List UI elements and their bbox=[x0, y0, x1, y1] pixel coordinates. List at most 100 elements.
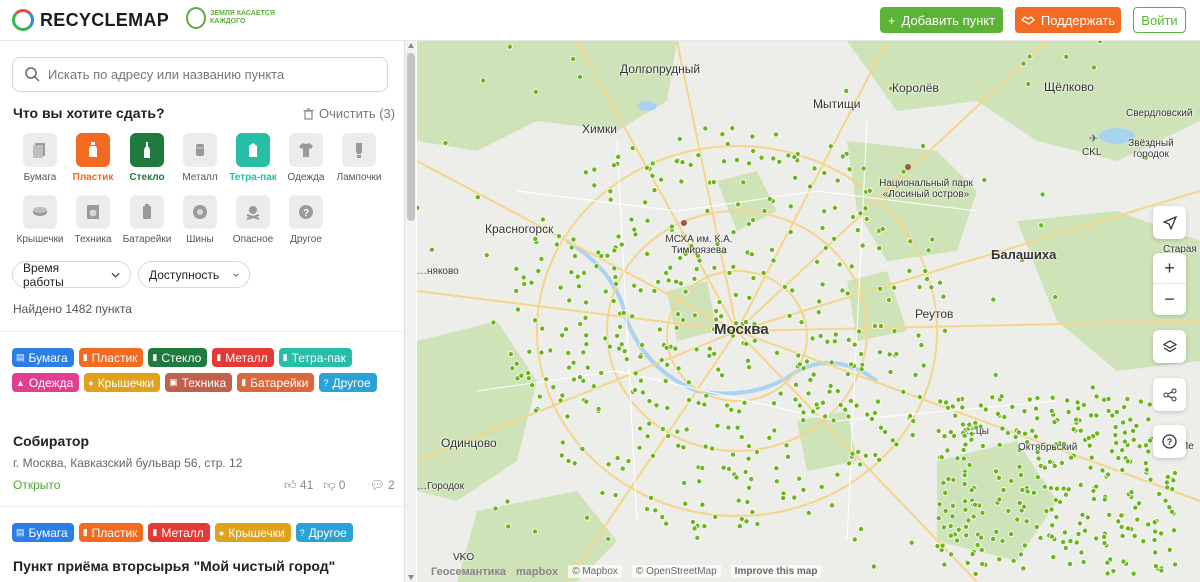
material-tag-label: Другое bbox=[308, 525, 347, 540]
logo[interactable]: RECYCLEMAP bbox=[12, 9, 169, 31]
recycling-point-marker bbox=[836, 261, 843, 268]
support-button[interactable]: Поддержать bbox=[1015, 7, 1121, 33]
category-tetra-pak[interactable]: Тетра-пак bbox=[225, 133, 281, 183]
recycling-point-marker bbox=[844, 371, 851, 378]
category-label: Батарейки bbox=[122, 234, 172, 245]
add-point-button[interactable]: + Добавить пункт bbox=[880, 7, 1003, 33]
search-input[interactable] bbox=[48, 67, 368, 82]
comments[interactable]: 💬︎ 2 bbox=[369, 478, 394, 493]
support-label: Поддержать bbox=[1040, 12, 1116, 28]
work-hours-dropdown[interactable]: Время работы bbox=[12, 261, 131, 289]
likes[interactable]: 👍︎ 41 bbox=[284, 478, 313, 493]
slogan-logo[interactable]: Земля касается каждого bbox=[186, 7, 280, 29]
recycling-point-marker bbox=[1088, 454, 1095, 461]
result-stats: 👍︎ 41 👎︎ 0 💬︎ 2 bbox=[284, 478, 395, 493]
scroll-thumb[interactable] bbox=[407, 53, 415, 221]
help-button[interactable]: ? bbox=[1153, 425, 1186, 458]
recycling-point-marker bbox=[800, 486, 807, 493]
recycling-point-marker bbox=[681, 479, 688, 486]
zoom-out-button[interactable]: − bbox=[1153, 284, 1186, 315]
recycling-point-marker bbox=[1112, 432, 1119, 439]
recycling-point-marker bbox=[1143, 442, 1150, 449]
recycling-point-marker bbox=[619, 465, 626, 472]
recycling-point-marker bbox=[1016, 463, 1023, 470]
sidebar-scrollbar[interactable] bbox=[404, 41, 416, 582]
recycling-point-marker bbox=[1124, 395, 1131, 402]
recycling-point-marker bbox=[612, 274, 619, 281]
category-lamps[interactable]: Лампочки bbox=[331, 133, 387, 183]
category-label: Шины bbox=[186, 234, 214, 245]
mapbox-copyright[interactable]: © Mapbox bbox=[568, 565, 622, 578]
recycling-point-marker bbox=[658, 176, 665, 183]
recycling-point-marker bbox=[1020, 60, 1027, 67]
recycling-point-marker bbox=[886, 351, 893, 358]
category-tires[interactable]: Шины bbox=[172, 195, 228, 245]
recycling-point-marker bbox=[595, 249, 602, 256]
recycling-point-marker bbox=[583, 299, 590, 306]
recycling-point-marker bbox=[1078, 549, 1085, 556]
search-box[interactable] bbox=[12, 57, 388, 92]
category-plastic[interactable]: Пластик bbox=[65, 133, 121, 183]
clear-filters-button[interactable]: Очистить (3) bbox=[303, 106, 395, 121]
share-button[interactable] bbox=[1153, 378, 1186, 411]
recycling-point-marker bbox=[637, 425, 644, 432]
recycling-point-marker bbox=[749, 509, 756, 516]
zoom-in-button[interactable]: + bbox=[1153, 253, 1186, 284]
recycling-point-marker bbox=[738, 434, 745, 441]
recycling-point-marker bbox=[848, 361, 855, 368]
map-canvas[interactable]: ✈︎ ✈︎ bbox=[417, 41, 1200, 582]
material-tag-label: Бумага bbox=[28, 525, 68, 540]
recycling-point-marker bbox=[785, 152, 792, 159]
scroll-down-arrow[interactable] bbox=[408, 575, 414, 580]
thumbs-down-icon: 👎︎ bbox=[323, 478, 336, 492]
category-metal[interactable]: Металл bbox=[172, 133, 228, 183]
recycling-point-marker bbox=[1113, 408, 1120, 415]
recycling-point-marker bbox=[796, 402, 803, 409]
category-caps[interactable]: Крышечки bbox=[12, 195, 68, 245]
result-name[interactable]: Собиратор bbox=[13, 433, 89, 449]
layers-button[interactable] bbox=[1153, 330, 1186, 363]
category-hazardous[interactable]: Опасное bbox=[225, 195, 281, 245]
material-icon: ▮ bbox=[152, 527, 158, 537]
recycling-point-marker bbox=[962, 506, 969, 513]
map[interactable]: ✈︎ ✈︎ Долгопрудный Королёв Щёлково Свердлов… bbox=[417, 41, 1200, 582]
recycling-point-marker bbox=[870, 563, 877, 570]
recycling-point-marker bbox=[743, 340, 750, 347]
geosemantica-logo[interactable]: Геосемантика bbox=[431, 566, 506, 578]
recycling-point-marker bbox=[632, 370, 639, 377]
recycling-point-marker bbox=[777, 390, 784, 397]
material-tag: ▮ Металл bbox=[148, 523, 210, 542]
category-clothes[interactable]: Одежда bbox=[278, 133, 334, 183]
scroll-up-arrow[interactable] bbox=[408, 43, 414, 48]
recycling-point-marker bbox=[1112, 424, 1119, 431]
accessibility-dropdown[interactable]: Доступность bbox=[138, 261, 250, 288]
recycling-point-marker bbox=[1140, 538, 1147, 545]
recycling-point-marker bbox=[876, 456, 883, 463]
category-other[interactable]: ? Другое bbox=[278, 195, 334, 245]
recycling-point-marker bbox=[637, 377, 644, 384]
improve-map-link[interactable]: Improve this map bbox=[730, 565, 822, 578]
locate-button[interactable] bbox=[1153, 206, 1186, 239]
zoom-control: + − bbox=[1153, 253, 1186, 315]
map-label-khimki: Химки bbox=[582, 122, 617, 136]
recycling-point-marker bbox=[969, 551, 976, 558]
material-icon: ? bbox=[299, 527, 305, 538]
mapbox-logo[interactable]: mapbox bbox=[516, 566, 558, 578]
dislikes[interactable]: 👎︎ 0 bbox=[323, 478, 345, 493]
osm-copyright[interactable]: © OpenStreetMap bbox=[631, 565, 721, 578]
recycling-point-marker bbox=[696, 257, 703, 264]
category-glass[interactable]: Стекло bbox=[119, 133, 175, 183]
recycling-point-marker bbox=[1104, 559, 1111, 566]
category-paper[interactable]: Бумага bbox=[12, 133, 68, 183]
recycling-point-marker bbox=[570, 376, 577, 383]
result-name[interactable]: Пункт приёма вторсырья "Мой чистый город… bbox=[13, 558, 335, 574]
recycling-point-marker bbox=[1014, 516, 1021, 523]
category-appliances[interactable]: Техника bbox=[65, 195, 121, 245]
login-button[interactable]: Войти bbox=[1133, 7, 1186, 33]
recycling-point-marker bbox=[928, 284, 935, 291]
recycling-point-marker bbox=[972, 501, 979, 508]
category-batteries[interactable]: Батарейки bbox=[119, 195, 175, 245]
recycling-point-marker bbox=[492, 505, 499, 512]
recycling-point-marker bbox=[1015, 429, 1022, 436]
category-label: Пластик bbox=[72, 172, 114, 183]
